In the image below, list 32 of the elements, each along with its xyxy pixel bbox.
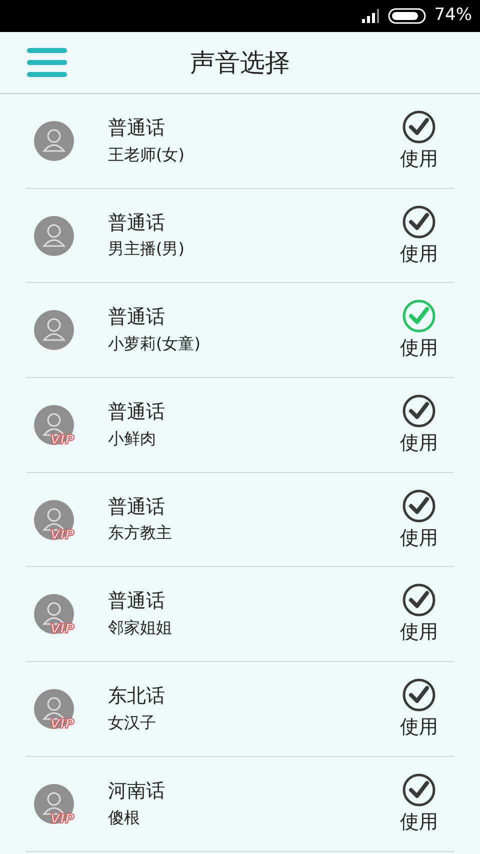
use-button[interactable]: 使用 <box>400 299 438 362</box>
dialect-label: 普通话 <box>108 401 166 425</box>
voice-name: 女汉子 <box>108 712 157 733</box>
voice-name: 邻家姐姐 <box>108 618 173 638</box>
use-button[interactable]: 使用 <box>400 678 438 740</box>
use-button[interactable]: 使用 <box>400 204 438 266</box>
use-button[interactable]: 使用 <box>400 772 438 835</box>
dialect-label: 东北话 <box>108 685 166 709</box>
dialect-label: 普通话 <box>108 116 166 141</box>
voice-name: 傻根 <box>108 808 141 828</box>
dialect-label: 普通话 <box>108 212 166 236</box>
avatar-icon <box>34 216 74 256</box>
voice-name: 小鲜肉 <box>108 428 157 449</box>
use-button[interactable]: 使用 <box>400 394 438 456</box>
dialect-label: 普通话 <box>108 590 166 614</box>
use-button[interactable]: 使用 <box>400 488 438 550</box>
signal-icon <box>362 9 380 23</box>
battery-icon <box>388 8 426 24</box>
avatar-icon <box>34 120 74 161</box>
voice-name: 男主播(男) <box>108 239 186 260</box>
dialect-label: 普通话 <box>108 306 166 330</box>
use-button[interactable]: 使用 <box>400 110 438 172</box>
dialect-label: 普通话 <box>108 496 166 520</box>
voice-name: 王老师(女) <box>108 144 186 165</box>
menu-icon[interactable] <box>27 48 67 77</box>
battery-percentage: 74% <box>434 4 472 28</box>
voice-name: 东方教主 <box>108 523 173 544</box>
avatar-icon <box>34 310 74 350</box>
dialect-label: 河南话 <box>108 780 166 804</box>
page-title: 声音选择 <box>190 46 290 79</box>
voice-name: 小萝莉(女童) <box>108 334 202 354</box>
use-button[interactable]: 使用 <box>400 583 438 646</box>
